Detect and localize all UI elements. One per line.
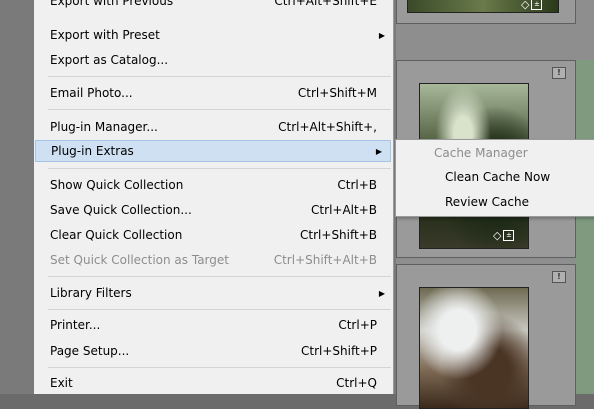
menu-item-label: Page Setup... [50, 344, 130, 358]
menu-item-label: Export as Catalog... [50, 53, 169, 67]
submenu-arrow-icon: ▶ [378, 288, 385, 298]
menu-item-email-photo[interactable]: Email Photo... Ctrl+Shift+M [34, 82, 393, 104]
edit-badge-icon: ± [531, 0, 543, 10]
menu-item-export-as-catalog[interactable]: Export as Catalog... [34, 49, 393, 71]
submenu-header-cache-manager: Cache Manager [396, 142, 594, 164]
menu-item-plug-in-manager[interactable]: Plug-in Manager... Ctrl+Alt+Shift+, [34, 116, 393, 138]
menu-item-page-setup[interactable]: Page Setup... Ctrl+Shift+P [34, 340, 393, 362]
menu-item-label: Plug-in Extras [51, 144, 134, 158]
menu-item-export-with-previous[interactable]: Export with Previous Ctrl+Alt+Shift+E [34, 0, 393, 13]
menu-item-plug-in-extras[interactable]: Plug-in Extras ▶ [35, 140, 391, 162]
thumbnail-cell[interactable]: ◇ ± [396, 0, 576, 24]
menu-item-label: Save Quick Collection... [50, 203, 192, 217]
menu-item-export-with-preset[interactable]: Export with Preset ▶ [34, 24, 393, 46]
submenu-item-label: Clean Cache Now [445, 170, 551, 184]
menu-separator [48, 109, 391, 110]
menu-item-label: Exit [50, 376, 73, 390]
submenu-item-review-cache[interactable]: Review Cache [396, 191, 594, 213]
menu-item-save-quick-collection[interactable]: Save Quick Collection... Ctrl+Alt+B [34, 199, 393, 221]
menu-item-shortcut: Ctrl+Alt+Shift+, [278, 120, 377, 134]
menu-item-label: Clear Quick Collection [50, 228, 183, 242]
submenu-item-label: Review Cache [445, 195, 529, 209]
edit-badge-icon: ± [503, 230, 515, 241]
submenu-arrow-icon: ▶ [375, 146, 382, 156]
menu-item-exit[interactable]: Exit Ctrl+Q [34, 372, 393, 394]
submenu-item-clean-cache-now[interactable]: Clean Cache Now [396, 166, 594, 188]
menu-item-clear-quick-collection[interactable]: Clear Quick Collection Ctrl+Shift+B [34, 224, 393, 246]
submenu-header-label: Cache Manager [434, 146, 528, 160]
menu-separator [48, 367, 391, 368]
menu-item-label: Show Quick Collection [50, 178, 184, 192]
flag-badge-icon: ! [552, 67, 566, 79]
menu-item-shortcut: Ctrl+Shift+Alt+B [273, 253, 377, 267]
menu-item-label: Export with Preset [50, 28, 160, 42]
menu-item-label: Library Filters [50, 286, 132, 300]
thumbnail-icons: ◇ ± [493, 229, 515, 242]
plug-in-extras-submenu: Cache Manager Clean Cache Now Review Cac… [395, 139, 594, 217]
thumbnail-icons: ◇ ± [521, 0, 543, 11]
menu-item-shortcut: Ctrl+Alt+B [311, 203, 377, 217]
menu-item-label: Set Quick Collection as Target [50, 253, 229, 267]
menu-item-shortcut: Ctrl+Q [336, 376, 377, 390]
grid-side-strip [575, 60, 594, 394]
menu-item-shortcut: Ctrl+P [338, 318, 377, 332]
file-menu: Export with Previous Ctrl+Alt+Shift+E Ex… [34, 0, 394, 394]
tag-icon: ◇ [493, 229, 502, 242]
menu-separator [48, 309, 391, 310]
flag-badge-icon: ! [552, 271, 566, 283]
thumbnail-image[interactable] [419, 287, 529, 409]
menu-separator [48, 276, 391, 277]
menu-item-shortcut: Ctrl+Shift+B [300, 228, 377, 242]
menu-item-set-quick-collection-as-target: Set Quick Collection as Target Ctrl+Shif… [34, 249, 393, 271]
submenu-arrow-icon: ▶ [378, 30, 385, 40]
menu-item-shortcut: Ctrl+Alt+Shift+E [274, 0, 377, 8]
menu-item-label: Email Photo... [50, 86, 133, 100]
menu-item-shortcut: Ctrl+Shift+P [301, 344, 377, 358]
menu-item-shortcut: Ctrl+B [337, 178, 377, 192]
menu-item-label: Export with Previous [50, 0, 174, 8]
menu-item-label: Plug-in Manager... [50, 120, 158, 134]
menu-item-show-quick-collection[interactable]: Show Quick Collection Ctrl+B [34, 174, 393, 196]
tag-icon: ◇ [521, 0, 530, 11]
menu-separator [48, 168, 391, 169]
thumbnail-cell[interactable]: ! [396, 264, 576, 409]
menu-item-shortcut: Ctrl+Shift+M [297, 86, 377, 100]
menu-item-label: Printer... [50, 318, 101, 332]
menu-item-library-filters[interactable]: Library Filters ▶ [34, 282, 393, 304]
menu-separator [48, 76, 391, 77]
menu-item-printer[interactable]: Printer... Ctrl+P [34, 314, 393, 336]
